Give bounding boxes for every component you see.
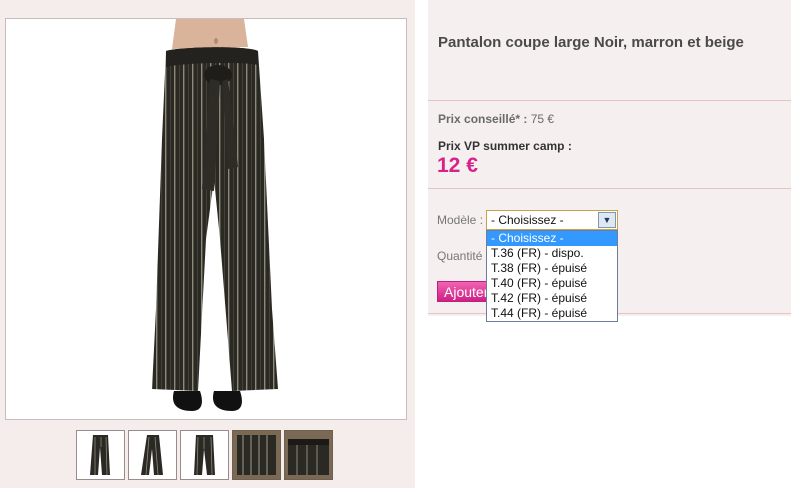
size-option[interactable]: T.38 (FR) - épuisé xyxy=(487,261,617,276)
modele-label: Modèle : xyxy=(437,213,484,227)
size-option[interactable]: T.44 (FR) - épuisé xyxy=(487,306,617,321)
thumbnail-fabric-detail[interactable] xyxy=(232,430,281,480)
msrp-label: Prix conseillé* : xyxy=(438,112,528,126)
product-info-panel: Pantalon coupe large Noir, marron et bei… xyxy=(415,0,791,488)
size-option[interactable]: T.42 (FR) - épuisé xyxy=(487,291,617,306)
thumbnail-side[interactable] xyxy=(128,430,177,480)
fabric-detail-thumbnail xyxy=(237,435,276,475)
product-title: Pantalon coupe large Noir, marron et bei… xyxy=(438,34,744,51)
size-dropdown-list: - Choisissez - T.36 (FR) - dispo. T.38 (… xyxy=(486,230,618,322)
trousers-back-thumbnail xyxy=(194,435,215,476)
size-option[interactable]: T.36 (FR) - dispo. xyxy=(487,246,617,261)
quantity-label: Quantité xyxy=(437,249,483,263)
product-gallery xyxy=(0,0,415,488)
divider-middle xyxy=(428,188,791,189)
thumbnail-strip xyxy=(76,430,333,480)
main-product-image[interactable] xyxy=(5,18,407,420)
size-option[interactable]: T.40 (FR) - épuisé xyxy=(487,276,617,291)
thumbnail-back[interactable] xyxy=(180,430,229,480)
msrp-value: 75 € xyxy=(530,112,555,126)
size-select-value: - Choisissez - xyxy=(491,213,564,227)
vp-price-label: Prix VP summer camp : xyxy=(438,139,572,153)
divider-top xyxy=(428,100,791,101)
chevron-down-icon[interactable]: ▼ xyxy=(598,212,616,228)
thumbnail-waist-detail[interactable] xyxy=(284,430,333,480)
trousers-front-thumbnail xyxy=(90,435,110,476)
vp-price: 12 € xyxy=(437,154,478,177)
thumbnail-front[interactable] xyxy=(76,430,125,480)
size-option[interactable]: - Choisissez - xyxy=(487,231,617,246)
msrp-line: Prix conseillé* : 75 € xyxy=(438,112,554,126)
trousers-side-thumbnail xyxy=(141,435,163,476)
trousers-image xyxy=(152,19,278,411)
size-select[interactable]: - Choisissez - ▼ xyxy=(486,210,618,230)
waist-detail-thumbnail xyxy=(288,439,329,475)
